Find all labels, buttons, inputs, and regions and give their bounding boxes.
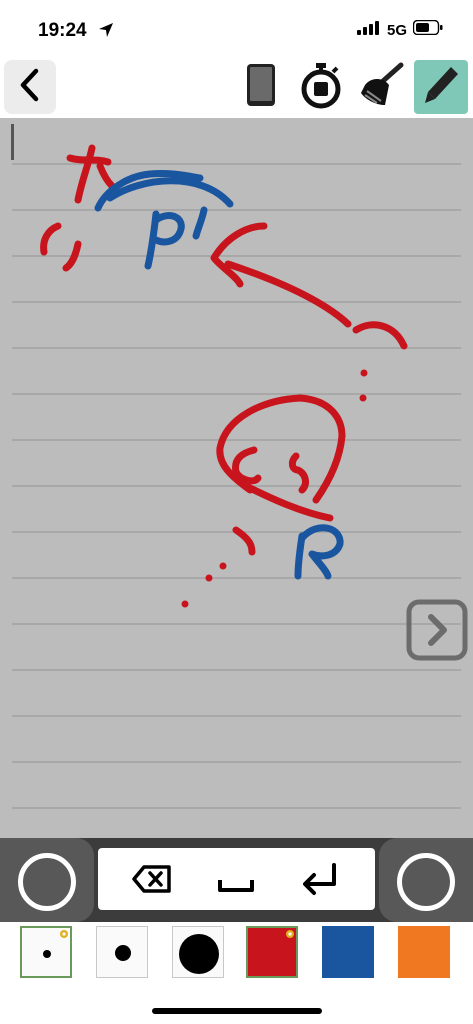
signal-icon (356, 20, 381, 40)
gear-icon (60, 930, 68, 938)
stopwatch-tool-button[interactable] (294, 60, 348, 114)
status-indicators: 5G (356, 19, 443, 40)
right-circle-button[interactable] (379, 838, 473, 922)
home-indicator (152, 1008, 322, 1014)
phone-icon (245, 62, 277, 113)
chevron-left-icon (19, 68, 41, 107)
status-bar: 19:24 5G (0, 0, 473, 56)
enter-icon (303, 863, 336, 895)
key-bar (0, 838, 473, 922)
color-blue-button[interactable] (322, 926, 374, 978)
pencil-tool-button[interactable] (414, 60, 468, 114)
pen-size-medium-button[interactable] (96, 926, 148, 978)
circle-icon (18, 853, 76, 911)
left-circle-button[interactable] (0, 838, 94, 922)
stopwatch-icon (300, 61, 342, 114)
key-panel (98, 848, 375, 910)
phone-tool-button[interactable] (234, 60, 288, 114)
battery-icon (412, 19, 443, 40)
location-arrow-icon (98, 22, 114, 43)
chevron-right-icon (406, 599, 468, 661)
broom-tool-button[interactable] (354, 60, 408, 114)
pen-size-large-button[interactable] (172, 926, 224, 978)
next-page-button[interactable] (406, 599, 468, 661)
enter-key[interactable] (298, 858, 342, 900)
pen-palette (0, 922, 473, 992)
color-orange-button[interactable] (398, 926, 450, 978)
top-toolbar (0, 56, 473, 118)
drawing-canvas[interactable] (0, 118, 473, 838)
status-time: 19:24 (38, 20, 87, 41)
broom-icon (357, 61, 405, 114)
color-red-button[interactable] (246, 926, 298, 978)
pen-size-small-button[interactable] (20, 926, 72, 978)
pencil-icon (421, 63, 461, 112)
network-label: 5G (386, 21, 407, 39)
back-button[interactable] (4, 60, 56, 114)
backspace-icon (132, 865, 171, 893)
space-key[interactable] (214, 858, 258, 900)
circle-icon (397, 853, 455, 911)
gear-icon (286, 930, 294, 938)
space-icon (218, 880, 254, 892)
handwriting-strokes (40, 144, 408, 608)
backspace-key[interactable] (130, 858, 174, 900)
